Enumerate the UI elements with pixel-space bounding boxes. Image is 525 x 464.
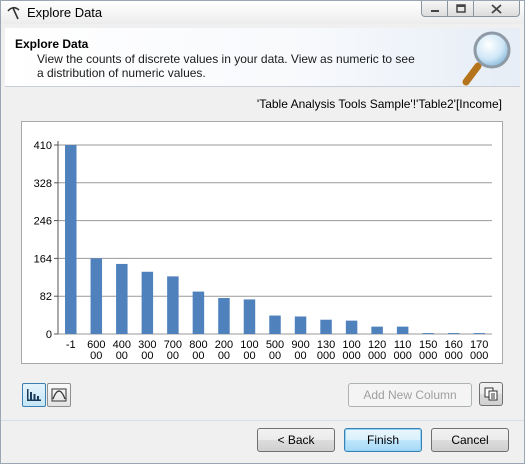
pickaxe-icon: [7, 6, 20, 20]
numeric-view-button[interactable]: [47, 383, 71, 407]
y-tick-label: 82: [40, 291, 52, 303]
back-button[interactable]: < Back: [257, 428, 335, 452]
header-description: View the counts of discrete values in yo…: [37, 52, 415, 80]
finish-button[interactable]: Finish: [344, 428, 422, 452]
bar: [371, 326, 383, 334]
bar: [141, 271, 154, 334]
explore-data-window: Explore Data Explore Data View the count…: [0, 0, 525, 464]
bar: [243, 299, 256, 334]
bar: [192, 291, 205, 334]
title-bar[interactable]: Explore Data: [1, 1, 524, 24]
bar: [422, 333, 434, 334]
window-title: Explore Data: [27, 5, 103, 20]
x-tick-label: 800 00: [189, 339, 207, 362]
copy-icon: [484, 387, 498, 401]
x-tick-label: 170 000: [470, 339, 488, 362]
maximize-icon: [455, 4, 466, 13]
bar: [116, 263, 128, 334]
source-path: 'Table Analysis Tools Sample'!'Table2'[I…: [256, 97, 502, 111]
bar: [167, 276, 179, 334]
y-tick-label: 164: [34, 253, 52, 265]
add-new-column-button[interactable]: Add New Column: [348, 383, 472, 407]
histogram-svg: 0 82 164 246 328 410 -1 600 00 400 00 300 00 700 00 800…: [34, 140, 492, 362]
x-tick-label: 600 00: [87, 339, 105, 362]
x-tick-label: 500 00: [266, 339, 284, 362]
bar: [65, 145, 77, 334]
x-tick-label: 110 000: [393, 339, 411, 362]
x-tick-label: 200 00: [215, 339, 233, 362]
copy-button[interactable]: [479, 382, 503, 406]
bar: [90, 258, 103, 334]
x-tick-label: 400 00: [113, 339, 131, 362]
bar: [269, 315, 281, 334]
bar: [320, 319, 332, 334]
x-tick-label: -1: [66, 339, 76, 351]
bar-chart-icon: [27, 389, 41, 401]
y-tick-label: 246: [34, 216, 52, 228]
bar: [294, 316, 307, 334]
y-tick-label: 410: [34, 140, 52, 152]
maximize-button[interactable]: [447, 1, 474, 17]
y-tick-label: 0: [46, 329, 52, 341]
histogram-chart: 0 82 164 246 328 410 -1 600 00 400 00 300 00 700 00 800…: [21, 121, 503, 364]
x-tick-label: 120 000: [368, 339, 386, 362]
curve-chart-icon: [51, 388, 67, 402]
bar: [447, 333, 460, 334]
minimize-icon: [430, 9, 439, 12]
close-icon: [491, 3, 502, 14]
close-button[interactable]: [473, 1, 520, 17]
x-tick-label: 700 00: [164, 339, 182, 362]
cancel-button[interactable]: Cancel: [431, 428, 509, 452]
x-tick-label: 100 00: [240, 339, 258, 362]
bar: [218, 298, 230, 334]
x-tick-label: 160 000: [445, 339, 463, 362]
header-title: Explore Data: [15, 37, 89, 51]
bar: [396, 326, 409, 334]
discrete-view-button[interactable]: [22, 383, 46, 407]
footer-divider: [1, 420, 524, 421]
x-tick-label: 300 00: [138, 339, 156, 362]
wizard-header: Explore Data View the counts of discrete…: [5, 28, 520, 87]
x-tick-label: 150 000: [419, 339, 437, 362]
x-tick-label: 130 000: [317, 339, 335, 362]
magnifier-icon: [462, 31, 511, 86]
minimize-button[interactable]: [421, 1, 448, 17]
x-tick-label: 100 000: [342, 339, 360, 362]
x-tick-label: 900 00: [291, 339, 309, 362]
bar: [345, 320, 358, 334]
bar: [473, 333, 485, 334]
y-tick-label: 328: [34, 178, 52, 190]
